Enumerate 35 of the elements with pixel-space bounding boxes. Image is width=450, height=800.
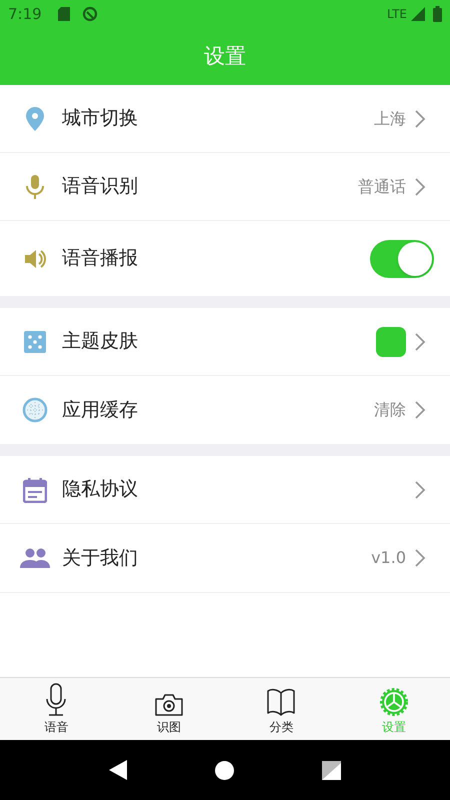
- row-value: 普通话: [358, 176, 406, 198]
- signal-icon: [411, 7, 425, 21]
- header-title: 设置: [204, 42, 246, 70]
- home-icon[interactable]: [215, 760, 234, 780]
- row-value: v1.0: [371, 547, 406, 569]
- row-label: 城市切换: [62, 106, 138, 132]
- chevron-icon: [414, 400, 426, 420]
- network-type: LTE: [387, 6, 407, 23]
- row-label: 语音播报: [62, 246, 138, 272]
- microphone-icon: [45, 683, 68, 717]
- people-icon: [20, 547, 50, 569]
- tab-item[interactable]: 识图: [112, 678, 225, 740]
- row-label: 主题皮肤: [62, 329, 138, 354]
- sd-card-icon: [58, 7, 70, 21]
- chevron-icon: [414, 176, 426, 196]
- status-circle-icon: [82, 6, 98, 22]
- row-label: 关于我们: [62, 546, 138, 571]
- chevron-icon: [414, 332, 426, 352]
- calendar-icon: [20, 476, 50, 502]
- row-label: 隐私协议: [62, 477, 138, 502]
- chevron-icon: [414, 548, 426, 568]
- status-time: 7:19: [8, 4, 42, 25]
- tab-item[interactable]: 语音: [0, 678, 112, 740]
- row-value: 清除: [374, 399, 406, 421]
- back-icon[interactable]: [109, 760, 127, 780]
- tab-item[interactable]: 分类: [225, 678, 338, 740]
- toggle-switch[interactable]: [370, 240, 434, 278]
- row-label: 语音识别: [62, 174, 138, 200]
- chevron-icon: [414, 108, 426, 128]
- battery-icon: [433, 6, 442, 22]
- row-label: 应用缓存: [62, 398, 138, 423]
- chevron-icon: [414, 480, 426, 500]
- globe-icon: [20, 397, 50, 423]
- row-value: 上海: [374, 108, 406, 130]
- recents-icon[interactable]: [322, 760, 341, 780]
